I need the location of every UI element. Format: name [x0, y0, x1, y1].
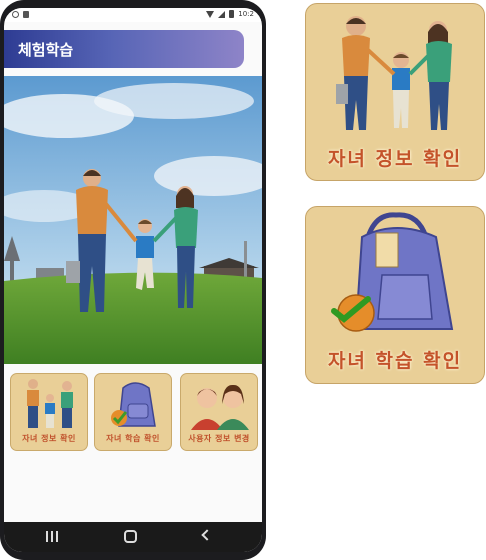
child-study-card[interactable]: 자녀 학습 확인: [305, 206, 485, 384]
family-icon: [336, 16, 452, 130]
phone-frame: 10:2 체험학습 자녀 정보 확인 자녀 학습 확인 사용자 정보 변경: [0, 0, 266, 560]
status-bar: 10:2: [4, 8, 262, 22]
tile-label: 사용자 정보 변경: [188, 434, 250, 443]
card-label: 자녀 정보 확인: [327, 148, 463, 170]
back-button[interactable]: [201, 529, 213, 541]
child-info-tile[interactable]: 자녀 정보 확인: [10, 373, 88, 451]
app-screen: 10:2 체험학습 자녀 정보 확인 자녀 학습 확인 사용자 정보 변경: [4, 8, 262, 552]
menu-tiles: 자녀 정보 확인 자녀 학습 확인 사용자 정보 변경: [4, 373, 262, 453]
page-title: 체험학습: [18, 41, 74, 59]
navigation-bar: [4, 522, 262, 552]
notification-icon: [12, 11, 19, 18]
sim-icon: [23, 11, 29, 18]
tile-label: 자녀 학습 확인: [106, 434, 160, 443]
user-info-tile[interactable]: 사용자 정보 변경: [180, 373, 258, 451]
card-label: 자녀 학습 확인: [327, 350, 463, 372]
clock: 10:2: [238, 10, 254, 18]
recent-apps-button[interactable]: [46, 531, 58, 542]
couple-icon: [191, 384, 249, 430]
backpack-icon: [111, 382, 156, 427]
home-button[interactable]: [124, 530, 137, 543]
signal-icon: [218, 10, 226, 18]
backpack-icon: [331, 212, 454, 332]
family-icon: [27, 379, 73, 428]
title-bar: 체험학습: [4, 30, 244, 68]
child-study-tile[interactable]: 자녀 학습 확인: [94, 373, 172, 451]
battery-icon: [229, 10, 235, 18]
child-info-card[interactable]: 자녀 정보 확인: [305, 3, 485, 181]
tile-label: 자녀 정보 확인: [22, 434, 76, 443]
hero-image: [4, 76, 262, 364]
wifi-icon: [206, 10, 215, 18]
